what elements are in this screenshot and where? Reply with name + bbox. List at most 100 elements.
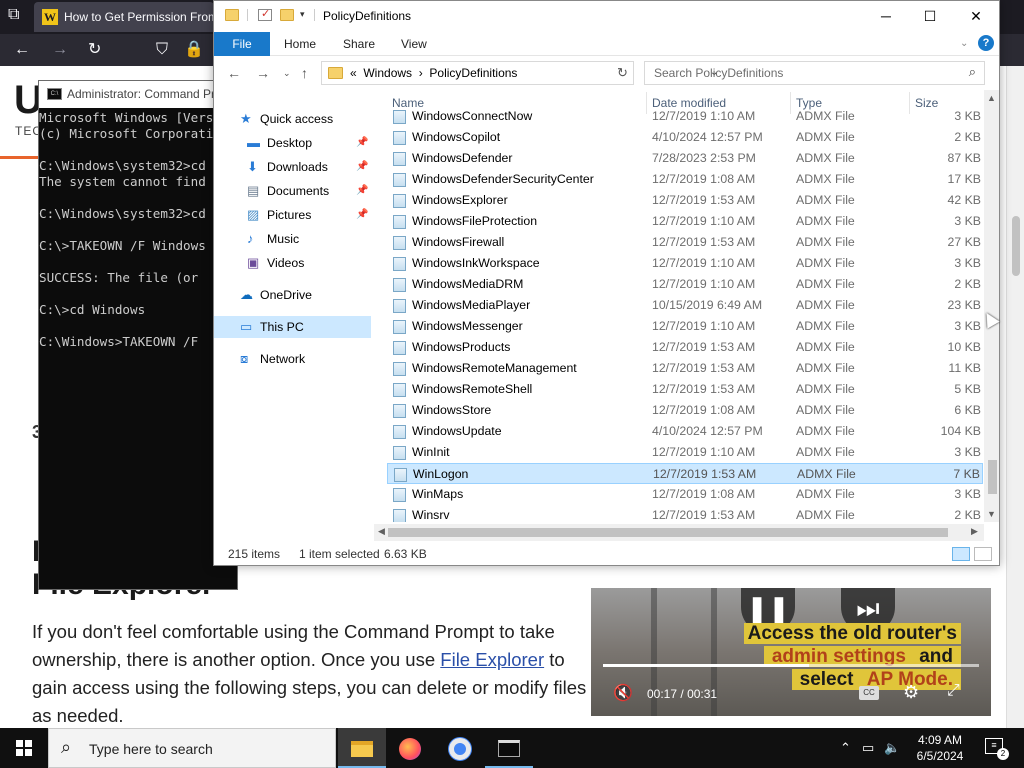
- minimize-button[interactable]: ─: [863, 1, 909, 32]
- file-row[interactable]: WindowsFileProtection 12/7/2019 1:10 AM AD…: [387, 211, 983, 232]
- nav-item-downloads[interactable]: ⬇ Downloads 📌: [214, 156, 371, 178]
- file-row[interactable]: WinInit 12/7/2019 1:10 AM ADMX File 3 KB: [387, 442, 983, 463]
- file-explorer-window[interactable]: ✓ ▾ PolicyDefinitions ─ ☐ ✕ File Home Sh…: [213, 0, 1000, 566]
- recent-locations-icon[interactable]: ⌄: [283, 68, 291, 79]
- tab-share[interactable]: Share: [343, 32, 375, 56]
- back-icon[interactable]: ←: [227, 65, 241, 81]
- file-list-vertical-scrollbar[interactable]: ▲ ▼: [984, 90, 999, 522]
- reload-icon[interactable]: ↻: [88, 34, 101, 66]
- nav-item-onedrive[interactable]: ☁ OneDrive: [214, 284, 371, 306]
- scroll-left-icon[interactable]: ◀: [378, 526, 385, 537]
- file-row[interactable]: Winsrv 12/7/2019 1:53 AM ADMX File 2 KB: [387, 505, 983, 522]
- new-folder-icon[interactable]: [280, 9, 294, 21]
- nav-item-this-pc[interactable]: ▭ This PC: [214, 316, 371, 338]
- large-icons-view-icon[interactable]: [974, 547, 992, 561]
- details-view-icon[interactable]: [952, 547, 970, 561]
- forward-icon[interactable]: →: [52, 34, 68, 66]
- lock-icon[interactable]: 🔒: [184, 34, 204, 66]
- breadcrumb-separator[interactable]: ›: [419, 66, 423, 80]
- nav-item-videos[interactable]: ▣ Videos: [214, 252, 371, 274]
- file-row[interactable]: WindowsFirewall 12/7/2019 1:53 AM ADMX Fil…: [387, 232, 983, 253]
- tab-view[interactable]: View: [401, 32, 427, 56]
- file-row[interactable]: WindowsCopilot 4/10/2024 12:57 PM ADMX Fil…: [387, 127, 983, 148]
- refresh-icon[interactable]: ↻: [617, 65, 628, 81]
- file-row[interactable]: WindowsRemoteShell 12/7/2019 1:53 AM ADMX …: [387, 379, 983, 400]
- help-icon[interactable]: ?: [978, 35, 994, 51]
- command-prompt-window[interactable]: C:\ Administrator: Command Prompt Micros…: [38, 80, 238, 590]
- properties-icon[interactable]: ✓: [258, 8, 272, 21]
- scroll-right-icon[interactable]: ▶: [971, 526, 978, 537]
- nav-item-network[interactable]: ⧇ Network: [214, 348, 371, 370]
- file-row[interactable]: WindowsDefender 7/28/2023 2:53 PM ADMX Fil…: [387, 148, 983, 169]
- file-row-selected[interactable]: WinLogon 12/7/2019 1:53 AM ADMX File 7 KB: [387, 463, 983, 484]
- breadcrumb-overflow[interactable]: «: [350, 66, 357, 80]
- vertical-scroll-thumb[interactable]: [988, 460, 997, 494]
- search-icon: ⌕: [61, 737, 72, 757]
- customize-quick-access-icon[interactable]: ▾: [300, 9, 314, 21]
- file-row[interactable]: WindowsInkWorkspace 12/7/2019 1:10 AM ADMX…: [387, 253, 983, 274]
- tab-file[interactable]: File: [214, 32, 270, 56]
- file-row[interactable]: WindowsExplorer 12/7/2019 1:53 AM ADMX Fil…: [387, 190, 983, 211]
- start-icon[interactable]: [0, 728, 48, 768]
- nav-item-pictures[interactable]: ▨ Pictures 📌: [214, 204, 371, 226]
- webpage-scroll-thumb[interactable]: [1012, 216, 1020, 276]
- nav-item-quick-access[interactable]: ★ Quick access: [214, 108, 371, 130]
- horizontal-scroll-thumb[interactable]: [388, 528, 948, 537]
- file-row[interactable]: WindowsMessenger 12/7/2019 1:10 AM ADMX Fi…: [387, 316, 983, 337]
- volume-muted-icon[interactable]: 🔈: [884, 728, 900, 768]
- breadcrumb-windows[interactable]: Windows: [363, 66, 412, 80]
- command-prompt-taskbar-icon[interactable]: [485, 728, 533, 768]
- file-row[interactable]: WindowsRemoteManagement 12/7/2019 1:53 AM…: [387, 358, 983, 379]
- mute-icon[interactable]: 🔇: [613, 683, 633, 703]
- maximize-button[interactable]: ☐: [907, 1, 953, 32]
- tab-home[interactable]: Home: [284, 32, 316, 56]
- chrome-taskbar-icon[interactable]: [436, 728, 484, 768]
- cmd-titlebar[interactable]: C:\ Administrator: Command Prompt: [39, 81, 237, 108]
- scroll-up-icon[interactable]: ▲: [987, 93, 996, 103]
- scroll-down-icon[interactable]: ▼: [987, 509, 996, 519]
- file-name: WindowsCopilot: [412, 130, 501, 144]
- nav-item-desktop[interactable]: ▬ Desktop 📌: [214, 132, 371, 154]
- file-row[interactable]: WinMaps 12/7/2019 1:08 AM ADMX File 3 KB: [387, 484, 983, 505]
- file-row[interactable]: WindowsUpdate 4/10/2024 12:57 PM ADMX File…: [387, 421, 983, 442]
- file-row[interactable]: WindowsDefenderSecurityCenter 12/7/2019 1…: [387, 169, 983, 190]
- taskbar-clock[interactable]: 4:09 AM 6/5/2024: [905, 732, 975, 764]
- network-icon[interactable]: ▭: [862, 728, 874, 768]
- browser-tab[interactable]: W How to Get Permission From: [34, 2, 214, 32]
- expand-ribbon-icon[interactable]: ⌄: [960, 32, 968, 56]
- search-box[interactable]: Search PolicyDefinitions ⌕: [644, 61, 985, 85]
- video-player[interactable]: ❚❚ ⏭ Access the old router's admin setti…: [591, 588, 991, 716]
- file-explorer-link[interactable]: File Explorer: [440, 649, 544, 670]
- file-explorer-taskbar-icon[interactable]: [338, 728, 386, 768]
- back-icon[interactable]: ←: [14, 34, 30, 66]
- file-row[interactable]: WindowsStore 12/7/2019 1:08 AM ADMX File 6 …: [387, 400, 983, 421]
- tab-overview-icon[interactable]: ⧉: [8, 0, 19, 31]
- address-bar[interactable]: « Windows › PolicyDefinitions ⌄: [321, 61, 718, 85]
- close-button[interactable]: ✕: [953, 1, 999, 32]
- show-hidden-icons-icon[interactable]: ⌃: [840, 728, 851, 768]
- taskbar-search[interactable]: ⌕ Type here to search: [48, 728, 336, 768]
- shield-icon[interactable]: ⛉: [156, 34, 168, 66]
- gear-icon[interactable]: ⚙: [903, 682, 919, 703]
- file-row[interactable]: WindowsProducts 12/7/2019 1:53 AM ADMX Fil…: [387, 337, 983, 358]
- nav-item-documents[interactable]: ▤ Documents 📌: [214, 180, 371, 202]
- file-icon: [393, 341, 406, 355]
- breadcrumb-policydefinitions[interactable]: PolicyDefinitions: [429, 66, 517, 80]
- file-date-modified: 10/15/2019 6:49 AM: [652, 298, 763, 312]
- cmd-line: The system cannot find: [39, 174, 206, 189]
- closed-captions-icon[interactable]: CC: [859, 686, 879, 700]
- video-progress-bar[interactable]: [603, 664, 979, 667]
- up-icon[interactable]: ↑: [301, 65, 308, 81]
- file-list-horizontal-scrollbar[interactable]: ◀ ▶: [374, 524, 984, 541]
- cmd-output[interactable]: Microsoft Windows [Version (c) Microsoft …: [39, 110, 236, 350]
- file-row[interactable]: WindowsMediaPlayer 10/15/2019 6:49 AM ADMX…: [387, 295, 983, 316]
- webpage-scrollbar[interactable]: [1006, 66, 1024, 728]
- firefox-taskbar-icon[interactable]: [386, 728, 434, 768]
- explorer-titlebar[interactable]: ✓ ▾ PolicyDefinitions ─ ☐ ✕: [214, 1, 999, 32]
- file-row[interactable]: WindowsConnectNow 12/7/2019 1:10 AM ADMX F…: [387, 106, 983, 127]
- toolbar-divider: [314, 9, 315, 21]
- fullscreen-icon[interactable]: ⤢: [947, 682, 960, 700]
- file-row[interactable]: WindowsMediaDRM 12/7/2019 1:10 AM ADMX Fil…: [387, 274, 983, 295]
- nav-item-music[interactable]: ♪ Music: [214, 228, 371, 250]
- forward-icon[interactable]: →: [256, 65, 270, 81]
